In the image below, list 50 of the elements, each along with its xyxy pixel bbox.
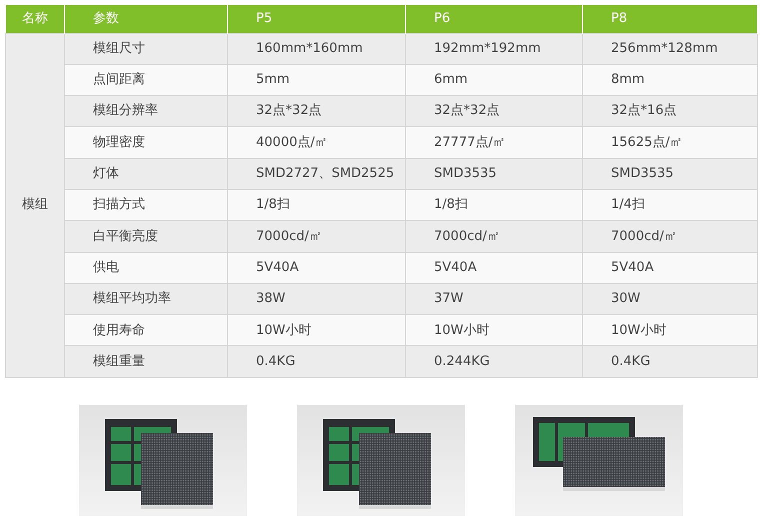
column-header: 名称 (6, 5, 64, 33)
value-cell: 192mm*192mm (406, 33, 582, 64)
value-cell: 6mm (406, 64, 582, 96)
value-cell: 10W小时 (406, 314, 582, 346)
value-cell: 10W小时 (582, 314, 758, 346)
value-cell: SMD3535 (406, 158, 582, 190)
value-cell: 15625点/㎡ (582, 126, 758, 158)
parameter-cell: 模组平均功率 (64, 283, 228, 315)
value-cell: SMD3535 (582, 158, 758, 190)
value-cell: 5V40A (582, 252, 758, 284)
parameter-cell: 使用寿命 (64, 314, 228, 346)
parameter-cell: 灯体 (64, 158, 228, 190)
value-cell: 0.244KG (406, 346, 582, 378)
value-cell: 5mm (228, 64, 406, 96)
parameter-cell: 模组重量 (64, 346, 228, 378)
parameter-cell: 扫描方式 (64, 189, 228, 221)
parameter-cell: 点间距离 (64, 64, 228, 96)
value-cell: 1/8扫 (406, 189, 582, 221)
value-cell: 0.4KG (228, 346, 406, 378)
value-cell: 7000cd/㎡ (228, 220, 406, 252)
value-cell: 1/4扫 (582, 189, 758, 221)
value-cell: 160mm*160mm (228, 33, 406, 64)
value-cell: 7000cd/㎡ (582, 220, 758, 252)
parameter-cell: 模组分辨率 (64, 96, 228, 127)
value-cell: 5V40A (406, 252, 582, 284)
parameter-cell: 供电 (64, 252, 228, 284)
value-cell: 32点*32点 (406, 96, 582, 127)
value-cell: 1/8扫 (228, 189, 406, 221)
value-cell: 32点*32点 (228, 96, 406, 127)
value-cell: 256mm*128mm (582, 33, 758, 64)
column-header: 参数 (64, 5, 228, 33)
column-header: P6 (406, 5, 582, 33)
value-cell: 27777点/㎡ (406, 126, 582, 158)
value-cell: 0.4KG (582, 346, 758, 378)
value-cell: 7000cd/㎡ (406, 220, 582, 252)
column-header: P8 (582, 5, 758, 33)
value-cell: 38W (228, 283, 406, 315)
parameter-cell: 模组尺寸 (64, 33, 228, 64)
value-cell: 40000点/㎡ (228, 126, 406, 158)
parameter-cell: 白平衡亮度 (64, 220, 228, 252)
value-cell: 37W (406, 283, 582, 315)
column-header: P5 (228, 5, 406, 33)
group-cell: 模组 (6, 33, 64, 378)
value-cell: 10W小时 (228, 314, 406, 346)
value-cell: 32点*16点 (582, 96, 758, 127)
value-cell: 5V40A (228, 252, 406, 284)
parameter-cell: 物理密度 (64, 126, 228, 158)
value-cell: 8mm (582, 64, 758, 96)
value-cell: SMD2727、SMD2525 (228, 158, 406, 190)
value-cell: 30W (582, 283, 758, 315)
